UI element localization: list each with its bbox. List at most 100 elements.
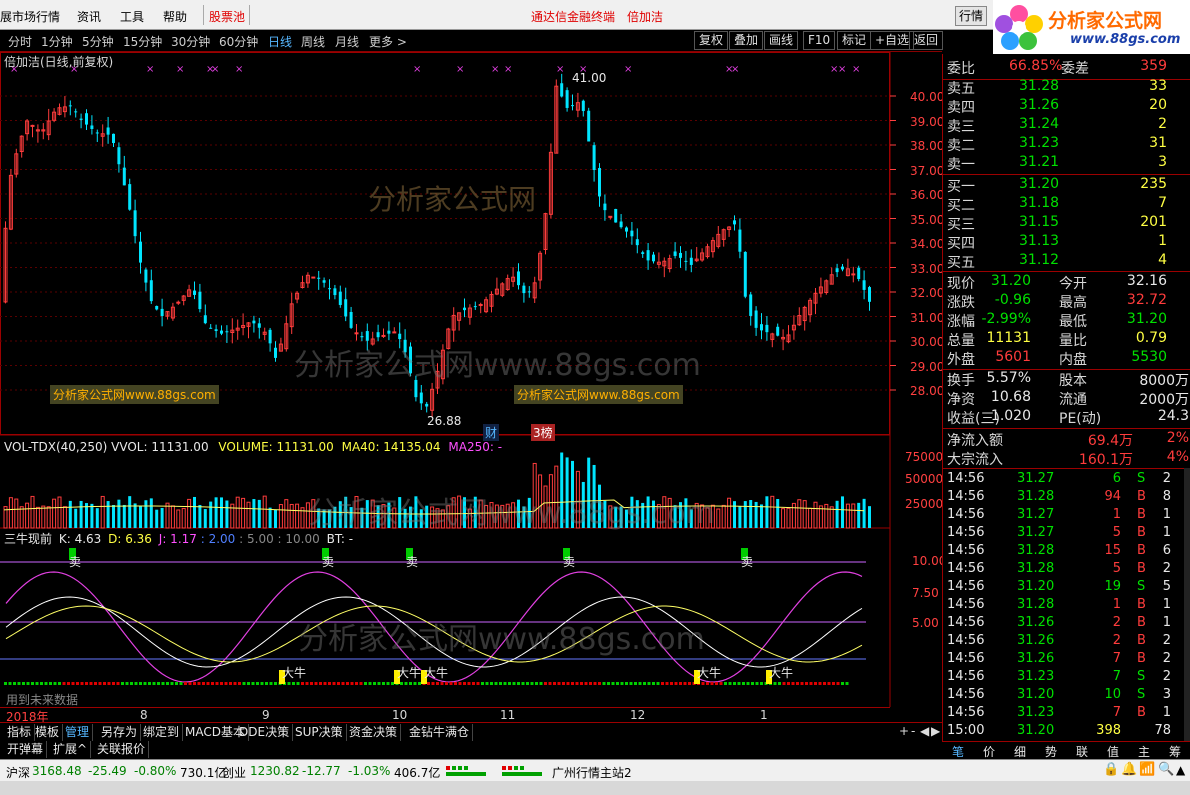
bell-icon[interactable]: 🔔: [1121, 762, 1137, 777]
signal-dot: [161, 682, 165, 685]
candle-body-down: [652, 254, 655, 262]
signal-dot: [247, 682, 250, 685]
stat-label: 最高: [1059, 295, 1087, 311]
period-daily[interactable]: 日线: [268, 33, 292, 50]
signal-dot: [625, 682, 628, 685]
bottom-tab[interactable]: 金钻牛满仓: [406, 724, 474, 741]
volume-bar-down: [155, 509, 159, 528]
side-tab[interactable]: 值: [1107, 743, 1119, 760]
bottom-tab[interactable]: 模板: [32, 724, 64, 741]
bid-row[interactable]: 买四 31.13 1: [943, 233, 1190, 253]
menu-tools[interactable]: 工具: [120, 8, 144, 25]
zoom-in-icon[interactable]: +: [899, 724, 909, 738]
signal-dot: [193, 682, 196, 685]
signal-dot: [494, 682, 498, 685]
period-30min[interactable]: 30分钟: [171, 33, 210, 50]
side-tab[interactable]: 笔: [952, 743, 964, 760]
signal-dot: [823, 682, 826, 685]
side-tab[interactable]: 价: [983, 743, 995, 760]
candle-body-down: [349, 311, 353, 328]
ask-row[interactable]: 卖一 31.21 3: [943, 154, 1190, 174]
bid-row[interactable]: 买一 31.20 235: [943, 176, 1190, 196]
side-tab[interactable]: 主: [1138, 743, 1150, 760]
period-intraday[interactable]: 分时: [8, 33, 32, 50]
bottom-tab[interactable]: SUP决策: [292, 724, 347, 741]
volume-bar-down: [587, 457, 591, 528]
signal-dot: [719, 682, 723, 685]
restore-rights-button[interactable]: 复权: [694, 31, 729, 50]
bottom-tab[interactable]: 指标: [4, 724, 36, 741]
add-favorite-button[interactable]: +自选: [870, 31, 915, 50]
bottom-tab[interactable]: 绑定到: [140, 724, 184, 741]
overlay-button[interactable]: 叠加: [729, 31, 764, 50]
ask-row[interactable]: 卖四 31.26 20: [943, 97, 1190, 117]
tick-bs: S: [1137, 687, 1146, 702]
bid-row[interactable]: 买五 31.12 4: [943, 252, 1190, 272]
side-tab[interactable]: 细: [1014, 743, 1026, 760]
bottom-tab[interactable]: DDE决策: [236, 724, 294, 741]
bottom-tab[interactable]: 管理: [62, 724, 94, 741]
draw-line-button[interactable]: 画线: [764, 31, 799, 50]
menu-news[interactable]: 资讯: [77, 8, 101, 25]
scroll-left-icon[interactable]: ◀: [920, 724, 929, 738]
period-5min[interactable]: 5分钟: [82, 33, 114, 50]
volume-bar-down: [68, 500, 72, 528]
period-more[interactable]: 更多 >: [369, 33, 407, 50]
menu-stock-pool[interactable]: 股票池: [209, 8, 245, 25]
period-monthly[interactable]: 月线: [335, 33, 359, 50]
candle-body-down: [868, 287, 871, 302]
candle-body-down: [689, 257, 693, 265]
finance-marker[interactable]: 财: [483, 424, 500, 441]
period-60min[interactable]: 60分钟: [219, 33, 258, 50]
signal-dot: [724, 682, 727, 685]
bid-row[interactable]: 买二 31.18 7: [943, 195, 1190, 215]
side-tab[interactable]: 势: [1045, 743, 1057, 760]
signal-dot: [652, 682, 655, 685]
signal-dot: [175, 682, 178, 685]
tick-scrollbar[interactable]: [1184, 468, 1190, 741]
ask-row[interactable]: 卖二 31.23 31: [943, 135, 1190, 155]
signal-dot: [751, 682, 754, 685]
bottom-tab-2[interactable]: 扩展^: [50, 741, 92, 758]
period-weekly[interactable]: 周线: [301, 33, 325, 50]
signal-dot: [319, 682, 322, 685]
period-1min[interactable]: 1分钟: [41, 33, 73, 50]
candle-body-down: [360, 336, 364, 338]
bottom-tab-2[interactable]: 关联报价: [94, 741, 150, 758]
ask-row[interactable]: 卖五 31.28 33: [943, 78, 1190, 98]
menu-market[interactable]: 展市场行情: [0, 8, 60, 25]
tick-volume: 5: [1112, 561, 1121, 576]
bottom-tab[interactable]: 资金决策: [346, 724, 402, 741]
search-icon[interactable]: 🔍: [1158, 762, 1174, 777]
menu-help[interactable]: 帮助: [163, 8, 187, 25]
period-15min[interactable]: 15分钟: [123, 33, 162, 50]
zoom-out-icon[interactable]: -: [911, 724, 915, 738]
signal-dot: [377, 682, 381, 685]
quote-button[interactable]: 行情: [955, 6, 987, 26]
lock-icon[interactable]: 🔒: [1103, 762, 1119, 777]
f10-button[interactable]: F10: [803, 31, 836, 50]
price-axis-label: 36.00: [910, 188, 945, 202]
ask-row[interactable]: 卖三 31.24 2: [943, 116, 1190, 136]
ma40-value: MA40: 14135.04: [341, 440, 441, 454]
side-tab[interactable]: 筹: [1169, 743, 1181, 760]
mark-button[interactable]: 标记: [837, 31, 872, 50]
bull-signal-label: 大牛: [424, 666, 449, 680]
signal-dot: [323, 682, 327, 685]
tick-bs: B: [1137, 597, 1146, 612]
back-button[interactable]: 返回: [909, 31, 944, 50]
bottom-tab-2[interactable]: 开弹幕: [4, 741, 48, 758]
signal-icon[interactable]: 📶: [1139, 762, 1155, 777]
side-tab[interactable]: 联: [1076, 743, 1088, 760]
signal-dot: [80, 682, 84, 685]
bid-label: 买二: [947, 198, 975, 214]
sh-index-amount: 730.1亿: [180, 766, 227, 780]
scroll-right-icon[interactable]: ▶: [931, 724, 940, 738]
volume-bar-up: [278, 504, 283, 529]
bid-row[interactable]: 买三 31.15 201: [943, 214, 1190, 234]
bottom-tab[interactable]: 另存为: [98, 724, 142, 741]
ask-volume: 3: [1158, 154, 1167, 170]
signal-dot: [760, 682, 763, 685]
ranking-marker[interactable]: 3榜: [531, 424, 555, 441]
expand-icon[interactable]: ▲: [1176, 763, 1185, 777]
